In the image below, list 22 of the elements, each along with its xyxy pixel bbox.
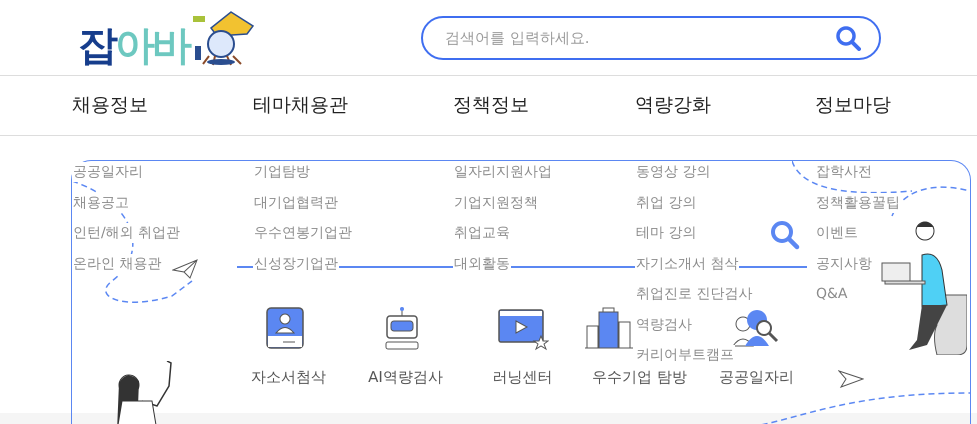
submenu-link[interactable]: 채용공고 (72, 192, 130, 212)
submenu-link[interactable]: 정책활용꿀팁 (815, 192, 901, 212)
nav-link[interactable]: 정책정보 (453, 94, 529, 116)
quick-link[interactable]: 자소서첨삭 (251, 366, 326, 388)
submenu-link[interactable]: 인턴/해외 취업관 (72, 223, 182, 243)
search-icon[interactable] (835, 24, 861, 50)
nav-link[interactable]: 채용정보 (72, 94, 148, 116)
quick-link[interactable]: 러닝센터 (492, 366, 552, 388)
nav-link[interactable]: 테마채용관 (253, 94, 348, 116)
logo-text[interactable]: 잡아바 (78, 26, 189, 66)
quick-link[interactable]: AI역량검사 (368, 366, 443, 388)
quick-link[interactable]: 공공일자리 (719, 366, 794, 388)
quick-link[interactable]: 우수기업 탐방 (592, 366, 687, 388)
search-icon[interactable] (770, 220, 800, 250)
paper-plane-icon (172, 259, 198, 279)
nav-link[interactable]: 정보마당 (815, 94, 891, 116)
paper-plane-icon (838, 368, 864, 388)
search-field[interactable]: 검색어를 입력하세요. (421, 16, 881, 60)
mascot-drawing (191, 10, 257, 66)
submenu-link[interactable]: 온라인 채용관 (72, 254, 162, 274)
nav-link[interactable]: 역량강화 (635, 94, 711, 116)
submenu-link[interactable]: 공공일자리 (72, 162, 144, 182)
